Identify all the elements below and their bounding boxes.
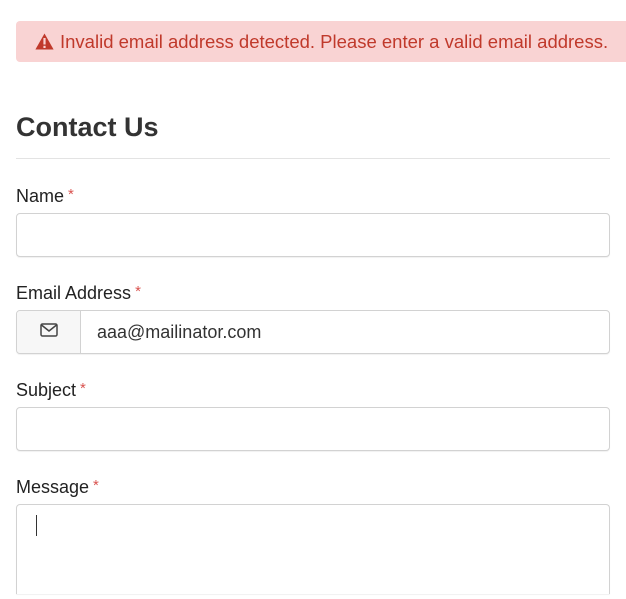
name-input[interactable] (17, 214, 609, 256)
name-label-text: Name (16, 186, 65, 206)
message-label-text: Message (16, 477, 90, 497)
required-marker: * (68, 186, 74, 203)
name-label: Name * (16, 186, 74, 207)
subject-label: Subject * (16, 380, 86, 401)
envelope-icon (39, 322, 58, 342)
subject-field[interactable] (16, 407, 610, 451)
page-title: Contact Us (16, 112, 159, 142)
error-alert: Invalid email address detected. Please e… (16, 21, 626, 62)
name-field[interactable] (16, 213, 610, 257)
email-label-text: Email Address (16, 283, 132, 303)
email-input-group[interactable] (16, 310, 610, 354)
required-marker: * (93, 477, 99, 494)
email-addon (17, 311, 81, 353)
warning-triangle-icon (35, 33, 54, 50)
text-caret (36, 515, 37, 536)
required-marker: * (135, 283, 141, 300)
required-marker: * (80, 380, 86, 397)
subject-label-text: Subject (16, 380, 77, 400)
email-label: Email Address * (16, 283, 141, 304)
email-input[interactable] (81, 311, 609, 353)
title-divider (16, 158, 610, 159)
message-label: Message * (16, 477, 99, 498)
error-alert-message: Invalid email address detected. Please e… (60, 30, 609, 52)
subject-input[interactable] (17, 408, 609, 450)
